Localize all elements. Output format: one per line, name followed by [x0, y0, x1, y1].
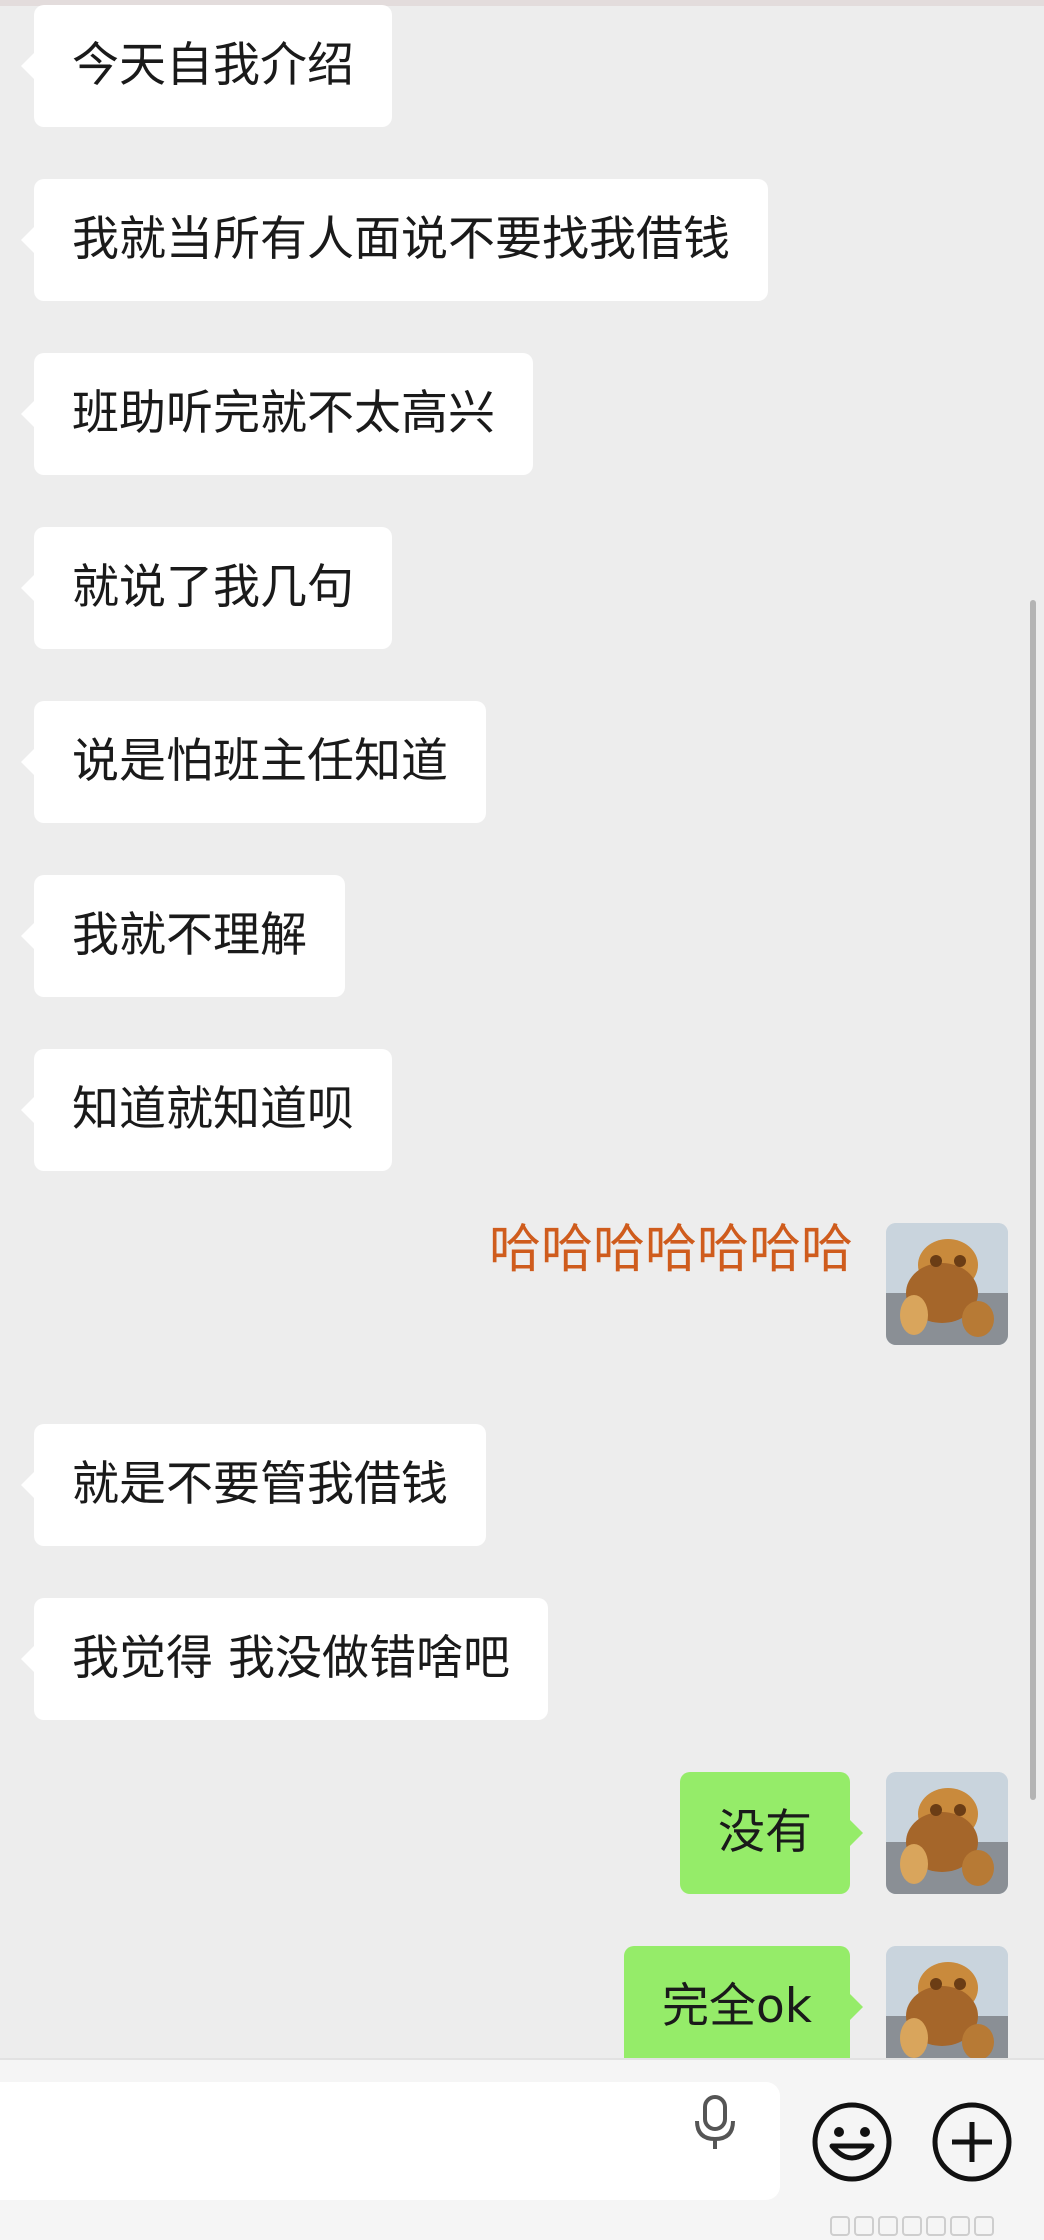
input-bar: [0, 2058, 1044, 2240]
message-input[interactable]: [0, 2082, 780, 2200]
message-received[interactable]: 我就不理解: [21, 875, 345, 997]
message-received[interactable]: 班助听完就不太高兴: [21, 353, 533, 475]
message-received[interactable]: 我就当所有人面说不要找我借钱: [21, 179, 768, 301]
avatar-image-icon: [886, 1946, 1008, 2058]
message-received[interactable]: 知道就知道呗: [21, 1049, 392, 1171]
message-received[interactable]: 今天自我介绍: [21, 5, 392, 127]
avatar-image-icon: [886, 1223, 1008, 1345]
avatar-image-icon: [886, 1772, 1008, 1894]
message-received[interactable]: 我觉得 我没做错啥吧: [21, 1598, 548, 1720]
avatar[interactable]: [886, 1772, 1008, 1894]
chat-screen: 今天自我介绍 我就当所有人面说不要找我借钱 班助听完就不太高兴 就说了我几句 说…: [0, 0, 1044, 2240]
avatar[interactable]: [886, 1223, 1008, 1345]
smiley-icon[interactable]: [810, 2100, 894, 2184]
message-sent[interactable]: 没有: [680, 1772, 863, 1894]
microphone-icon[interactable]: [690, 2093, 740, 2153]
message-list[interactable]: 今天自我介绍 我就当所有人面说不要找我借钱 班助听完就不太高兴 就说了我几句 说…: [0, 0, 1044, 2058]
message-received[interactable]: 就说了我几句: [21, 527, 392, 649]
message-received[interactable]: 说是怕班主任知道: [21, 701, 486, 823]
sticker-message[interactable]: 哈哈哈哈哈哈哈: [448, 1215, 853, 1285]
watermark-icons: [830, 2216, 1040, 2238]
message-received[interactable]: 就是不要管我借钱: [21, 1424, 486, 1546]
message-sent[interactable]: 完全ok: [624, 1946, 863, 2058]
scrollbar[interactable]: [1030, 600, 1036, 1800]
plus-circle-icon[interactable]: [930, 2100, 1014, 2184]
avatar[interactable]: [886, 1946, 1008, 2058]
